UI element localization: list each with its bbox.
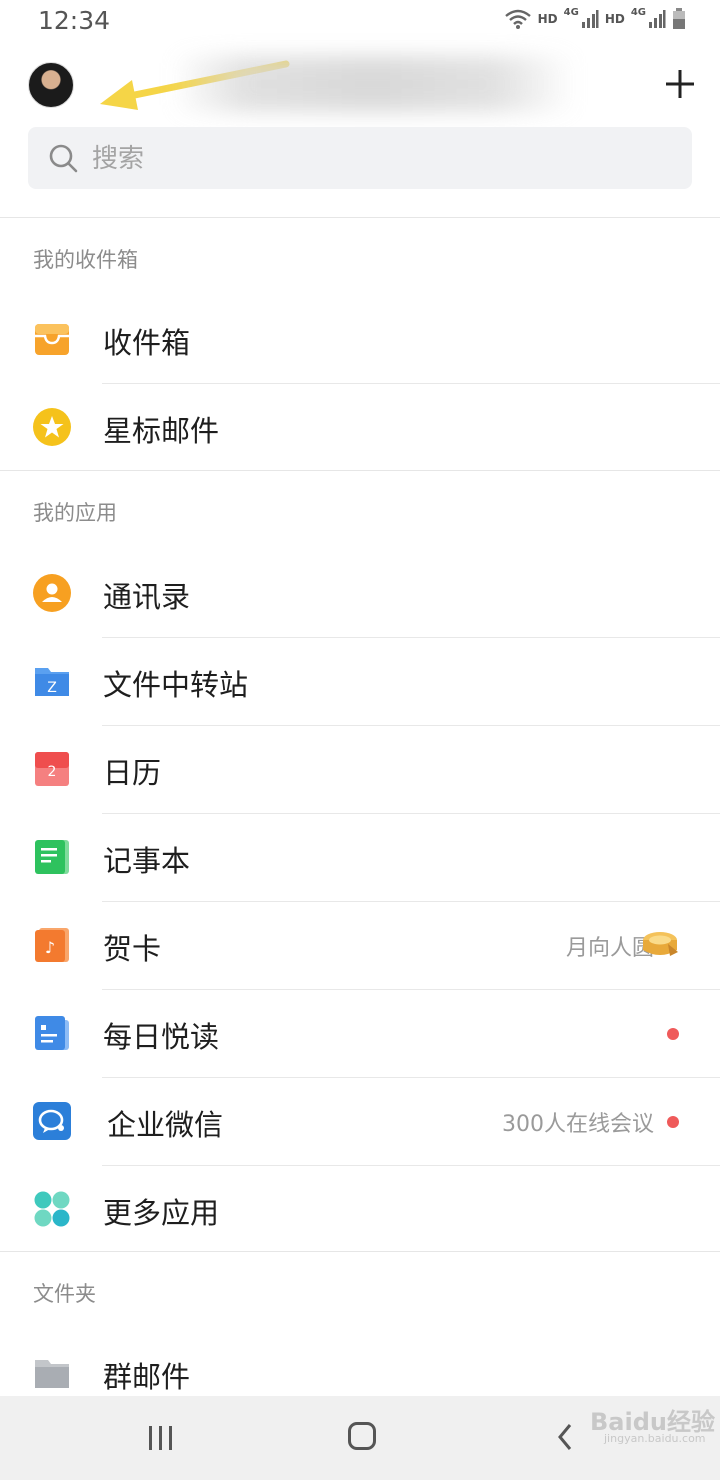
more-apps-icon bbox=[34, 1191, 70, 1227]
plus-icon[interactable] bbox=[664, 68, 696, 100]
group-mail-folder-icon bbox=[35, 1360, 69, 1388]
divider bbox=[0, 1251, 720, 1252]
list-item-daily-reading[interactable]: 每日悦读 bbox=[0, 990, 720, 1078]
section-title-inbox: 我的收件箱 bbox=[33, 248, 138, 272]
search-input[interactable] bbox=[90, 139, 654, 179]
watermark-url: jingyan.baidu.com bbox=[604, 1432, 706, 1445]
hd-label-2: HD bbox=[604, 12, 625, 26]
status-time: 12:34 bbox=[38, 6, 111, 35]
list-item-inbox[interactable]: 收件箱 bbox=[0, 296, 720, 384]
svg-text:♪: ♪ bbox=[45, 938, 55, 957]
list-item-label: 每日悦读 bbox=[103, 1020, 220, 1054]
list-item-wecom[interactable]: 企业微信 300人在线会议 bbox=[0, 1078, 720, 1166]
wifi-icon bbox=[504, 9, 531, 29]
account-name-blurred bbox=[172, 56, 576, 112]
inbox-icon bbox=[35, 324, 69, 355]
list-item-calendar[interactable]: 2 日历 bbox=[0, 726, 720, 814]
star-icon bbox=[33, 408, 71, 446]
list-item-label: 星标邮件 bbox=[103, 414, 220, 448]
mooncake-icon bbox=[643, 932, 678, 956]
unread-badge bbox=[667, 1028, 679, 1040]
list-item-label: 记事本 bbox=[103, 844, 191, 878]
signal-icon-2 bbox=[649, 10, 666, 28]
list-item-notebook[interactable]: 记事本 bbox=[0, 814, 720, 902]
daily-reading-icon bbox=[35, 1016, 69, 1050]
top-bar bbox=[0, 44, 720, 124]
search-icon bbox=[49, 144, 78, 173]
back-icon[interactable] bbox=[556, 1422, 576, 1452]
list-item-more-apps[interactable]: 更多应用 bbox=[0, 1166, 720, 1254]
wecom-promo: 300人在线会议 bbox=[502, 1112, 654, 1137]
section-title-folders: 文件夹 bbox=[33, 1282, 96, 1306]
network-label-2: 4G bbox=[630, 6, 646, 18]
list-item-label: 日历 bbox=[103, 756, 162, 790]
list-item-label: 文件中转站 bbox=[103, 668, 249, 702]
list-item-starred[interactable]: 星标邮件 bbox=[0, 384, 720, 472]
battery-icon bbox=[673, 8, 685, 29]
list-item-label: 更多应用 bbox=[103, 1196, 220, 1230]
list-item-label: 群邮件 bbox=[103, 1360, 191, 1394]
home-icon[interactable] bbox=[348, 1422, 376, 1450]
network-label-1: 4G bbox=[563, 6, 579, 18]
signal-icon-1 bbox=[581, 10, 599, 28]
search-bar[interactable] bbox=[28, 127, 692, 189]
list-item-greeting-card[interactable]: ♪ 贺卡 月向人圆 bbox=[0, 902, 720, 990]
user-avatar[interactable] bbox=[28, 62, 74, 108]
list-item-label: 企业微信 bbox=[107, 1108, 224, 1142]
contacts-icon bbox=[33, 574, 71, 612]
notebook-icon bbox=[35, 840, 69, 874]
hd-label-1: HD bbox=[537, 12, 558, 26]
list-item-label: 收件箱 bbox=[103, 326, 191, 360]
divider bbox=[0, 217, 720, 218]
unread-badge bbox=[667, 1116, 679, 1128]
greeting-card-icon: ♪ bbox=[35, 928, 69, 962]
section-title-apps: 我的应用 bbox=[33, 501, 117, 525]
calendar-icon: 2 bbox=[35, 752, 69, 786]
svg-text:Z: Z bbox=[47, 680, 57, 696]
divider bbox=[0, 470, 720, 471]
wecom-icon bbox=[33, 1102, 71, 1140]
list-item-label: 通讯录 bbox=[103, 580, 191, 614]
list-item-file-transfer[interactable]: Z 文件中转站 bbox=[0, 638, 720, 726]
svg-text:2: 2 bbox=[48, 764, 57, 780]
status-bar: 12:34 HD 4G HD 4G bbox=[0, 0, 720, 44]
status-icons: HD 4G HD 4G bbox=[504, 6, 686, 30]
recent-apps-icon[interactable] bbox=[148, 1426, 174, 1450]
list-item-label: 贺卡 bbox=[103, 932, 162, 966]
folder-transfer-icon: Z bbox=[35, 668, 69, 696]
list-item-contacts[interactable]: 通讯录 bbox=[0, 550, 720, 638]
